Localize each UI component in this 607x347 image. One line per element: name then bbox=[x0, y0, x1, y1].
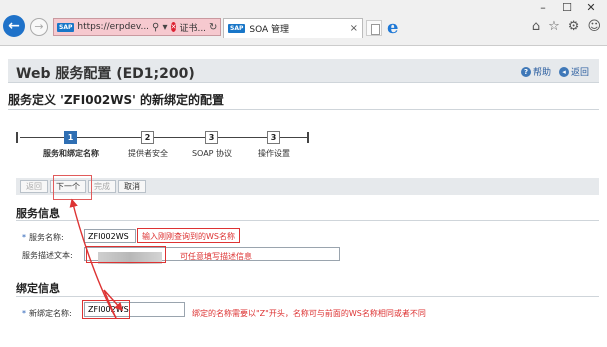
sap-favicon: SAP bbox=[57, 22, 75, 32]
new-tab-icon[interactable] bbox=[366, 20, 382, 36]
service-name-label: * 服务名称: bbox=[22, 232, 64, 243]
back-link[interactable]: ◂ 返回 bbox=[558, 65, 589, 78]
cert-error-label[interactable]: 证书... bbox=[179, 21, 206, 34]
tab-close-icon[interactable]: × bbox=[350, 23, 358, 34]
refresh-icon[interactable]: ↻ bbox=[209, 22, 217, 33]
roadmap-start-marker bbox=[16, 132, 18, 143]
back-label: 返回 bbox=[570, 68, 589, 78]
browser-forward-button[interactable]: → bbox=[30, 18, 48, 36]
title-bar: Web 服务配置 (ED1;200) ? 帮助 ◂ 返回 bbox=[8, 59, 599, 83]
roadmap-step-1-label: 服务和绑定名称 bbox=[43, 149, 99, 158]
cert-error-icon: ✕ bbox=[170, 22, 177, 32]
back-arrow-icon: ◂ bbox=[558, 66, 569, 77]
binding-name-annotation: 绑定的名称需要以"Z"开头，名称可与前面的WS名称相同或者不同 bbox=[192, 309, 426, 318]
browser-chrome: – ☐ ✕ ← → SAP https://erpdev... ⚲ ▾ ✕ 证书… bbox=[0, 0, 607, 46]
browser-tools: ⌂ ☆ ⚙ ☺ bbox=[532, 19, 601, 34]
service-info-heading: 服务信息 bbox=[16, 207, 60, 220]
address-url: https://erpdev... bbox=[77, 22, 150, 32]
binding-info-heading: 绑定信息 bbox=[16, 282, 60, 295]
required-marker: * bbox=[22, 309, 26, 318]
minimize-icon[interactable]: – bbox=[531, 1, 555, 15]
previous-button[interactable]: 返回 bbox=[20, 180, 48, 193]
page-subtitle: 服务定义 'ZFI002WS' 的新绑定的配置 bbox=[8, 93, 224, 107]
finish-button[interactable]: 完成 bbox=[88, 180, 116, 193]
next-button-highlight-box bbox=[53, 175, 92, 200]
address-bar[interactable]: SAP https://erpdev... ⚲ ▾ ✕ 证书... ↻ bbox=[53, 18, 221, 36]
browser-back-button[interactable]: ← bbox=[3, 15, 25, 37]
service-info-divider bbox=[16, 220, 599, 221]
required-marker: * bbox=[22, 233, 26, 242]
cancel-button[interactable]: 取消 bbox=[118, 180, 146, 193]
search-icon[interactable]: ⚲ ▾ bbox=[152, 22, 168, 33]
binding-highlight-box bbox=[82, 300, 130, 319]
roadmap-step-4-label: 操作设置 bbox=[258, 149, 290, 158]
tab-title: SOA 管理 bbox=[249, 25, 290, 35]
home-icon[interactable]: ⌂ bbox=[532, 19, 540, 34]
service-desc-annotation: 可任意填写描述信息 bbox=[180, 252, 252, 261]
wizard-roadmap: 1 服务和绑定名称 2 提供者安全 3 SOAP 协议 3 操作设置 bbox=[16, 131, 316, 161]
roadmap-step-2-label: 提供者安全 bbox=[128, 149, 168, 158]
desc-highlight-box bbox=[86, 246, 166, 263]
service-name-label-text: 服务名称: bbox=[29, 233, 64, 242]
settings-gear-icon[interactable]: ⚙ bbox=[568, 19, 580, 34]
service-desc-label: 服务描述文本: bbox=[22, 251, 73, 260]
favorites-star-icon[interactable]: ☆ bbox=[548, 19, 560, 34]
help-icon: ? bbox=[520, 66, 531, 77]
close-icon[interactable]: ✕ bbox=[579, 1, 603, 15]
page-title: Web 服务配置 (ED1;200) bbox=[16, 66, 195, 82]
ie-logo-icon: e bbox=[387, 17, 399, 38]
binding-name-label: * 新绑定名称: bbox=[22, 308, 72, 319]
roadmap-end-marker bbox=[307, 132, 309, 143]
service-name-input[interactable] bbox=[84, 229, 136, 243]
binding-info-divider bbox=[16, 296, 599, 297]
sap-favicon: SAP bbox=[228, 24, 246, 33]
roadmap-step-3-label: SOAP 协议 bbox=[191, 149, 233, 158]
roadmap-step-4[interactable]: 3 bbox=[267, 131, 280, 144]
binding-name-label-text: 新绑定名称: bbox=[29, 309, 72, 318]
maximize-icon[interactable]: ☐ bbox=[555, 1, 579, 15]
roadmap-step-3[interactable]: 3 bbox=[205, 131, 218, 144]
browser-tab[interactable]: SAP SOA 管理 × bbox=[223, 18, 363, 38]
window-controls: – ☐ ✕ bbox=[531, 1, 603, 15]
subtitle-divider bbox=[8, 109, 599, 110]
title-links: ? 帮助 ◂ 返回 bbox=[520, 65, 589, 78]
service-name-annotation: 输入刚刚查询到的WS名称 bbox=[137, 228, 240, 243]
wizard-toolbar: 返回 下一个 完成 取消 bbox=[16, 178, 599, 195]
roadmap-step-1[interactable]: 1 bbox=[64, 131, 77, 144]
help-label: 帮助 bbox=[532, 68, 551, 78]
help-link[interactable]: ? 帮助 bbox=[520, 65, 551, 78]
roadmap-step-2[interactable]: 2 bbox=[141, 131, 154, 144]
sap-page: Web 服务配置 (ED1;200) ? 帮助 ◂ 返回 服务定义 'ZFI00… bbox=[0, 47, 607, 347]
smiley-feedback-icon[interactable]: ☺ bbox=[587, 19, 601, 34]
